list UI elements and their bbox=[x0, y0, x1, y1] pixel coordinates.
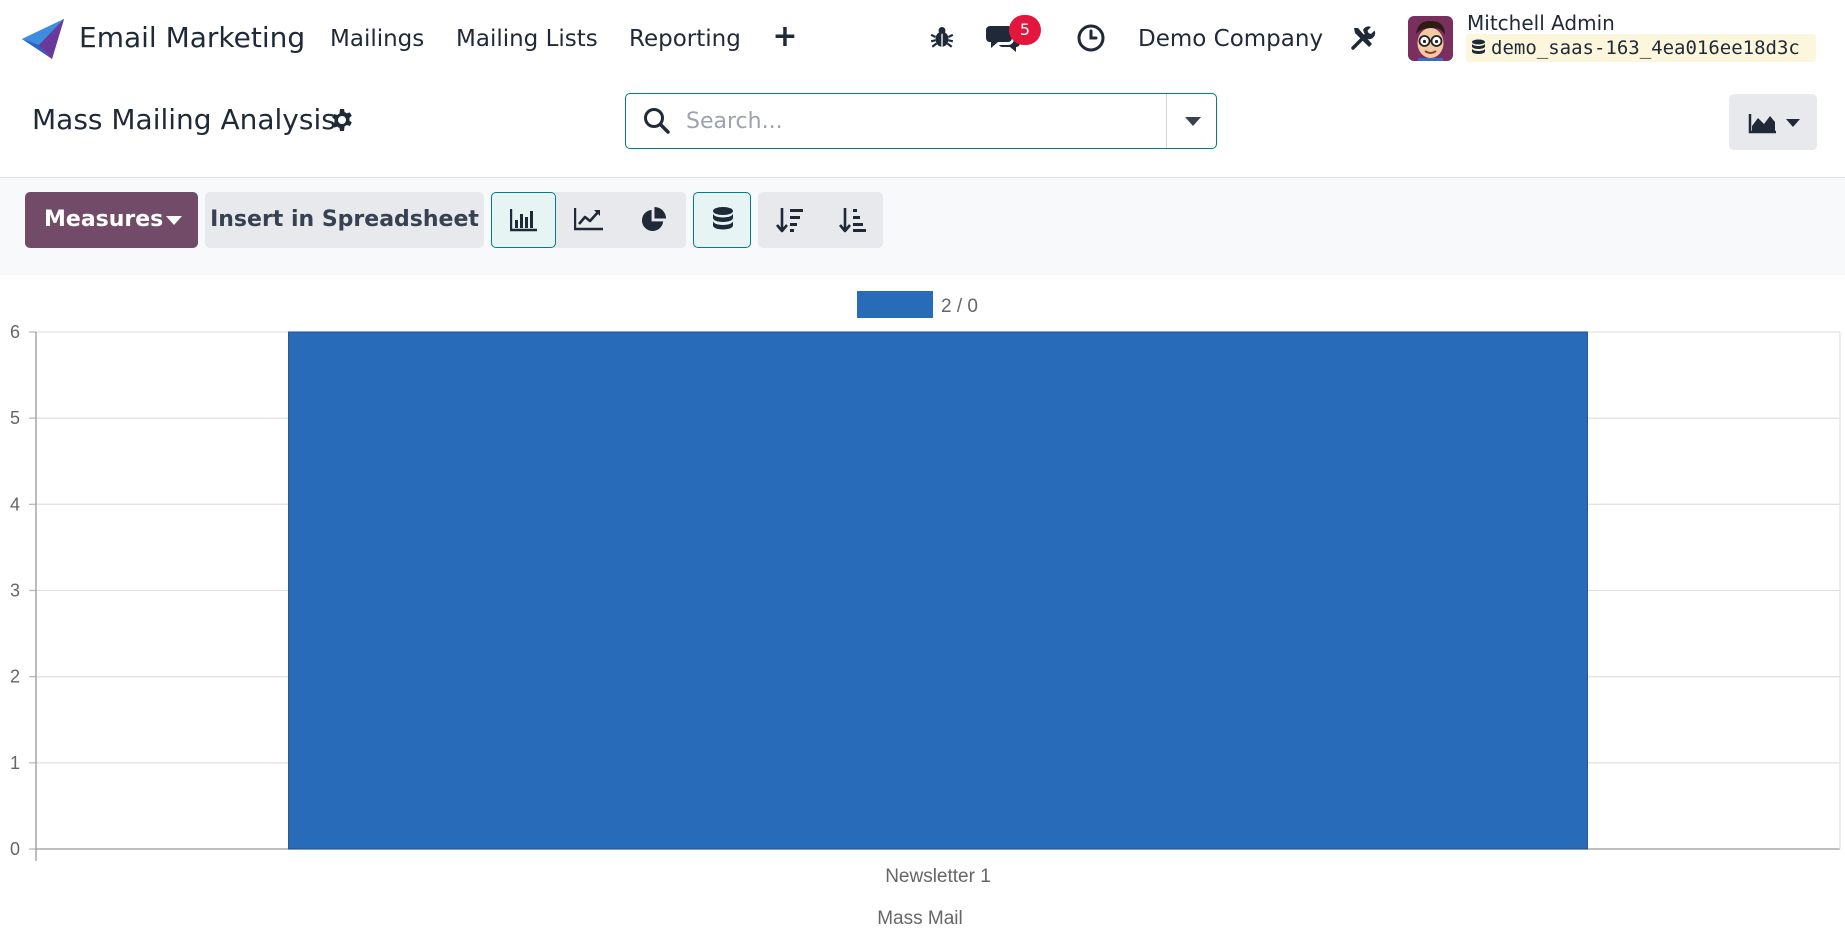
measures-button[interactable]: Measures bbox=[25, 192, 198, 248]
search-input[interactable] bbox=[686, 102, 1186, 140]
legend-label[interactable]: 2 / 0 bbox=[941, 296, 978, 317]
page-title: Mass Mailing Analysis bbox=[32, 103, 336, 136]
graph-area: 0 1 2 3 4 5 6 Newsletter 1 Mass Mail 2 / 0 bbox=[0, 275, 1845, 942]
plus-icon[interactable]: + bbox=[772, 22, 798, 52]
y-tick-label: 0 bbox=[10, 839, 20, 859]
pie-chart-icon bbox=[641, 206, 667, 232]
x-axis-title: Mass Mail bbox=[877, 908, 963, 929]
pie-chart-button[interactable] bbox=[621, 192, 686, 248]
line-chart-button[interactable] bbox=[556, 192, 621, 248]
database-chip: demo_saas-163_4ea016ee18d3c bbox=[1466, 34, 1816, 62]
line-chart-icon bbox=[574, 208, 603, 231]
x-tick-label: Newsletter 1 bbox=[885, 866, 991, 887]
area-chart-icon bbox=[1748, 114, 1776, 134]
chat-count-badge: 5 bbox=[1009, 15, 1041, 45]
user-avatar[interactable] bbox=[1408, 16, 1453, 61]
database-stack-icon bbox=[713, 207, 733, 230]
user-name[interactable]: Mitchell Admin bbox=[1467, 10, 1615, 36]
company-switcher[interactable]: Demo Company bbox=[1138, 24, 1323, 54]
sort-group bbox=[758, 192, 883, 248]
top-navbar: Email Marketing Mailings Mailing Lists R… bbox=[0, 0, 1845, 76]
chevron-down-icon bbox=[1185, 117, 1201, 126]
clock-icon[interactable] bbox=[1076, 23, 1106, 53]
chart-type-group bbox=[491, 192, 686, 248]
stacked-toggle-button[interactable] bbox=[693, 192, 751, 248]
bar-chart-icon bbox=[510, 209, 537, 232]
gear-icon[interactable] bbox=[330, 108, 354, 132]
search-options-toggle[interactable] bbox=[1166, 94, 1216, 148]
app-name[interactable]: Email Marketing bbox=[79, 20, 305, 56]
sort-descending-button[interactable] bbox=[758, 192, 820, 248]
search-bar bbox=[625, 93, 1217, 149]
chevron-down-icon bbox=[166, 216, 182, 225]
view-switcher-button[interactable] bbox=[1729, 94, 1817, 150]
y-tick-label: 1 bbox=[10, 753, 20, 773]
database-name: demo_saas-163_4ea016ee18d3c bbox=[1491, 37, 1800, 59]
avatar-image bbox=[1408, 16, 1453, 61]
sort-ascending-icon bbox=[839, 208, 866, 233]
search-icon bbox=[644, 108, 670, 134]
legend-swatch[interactable] bbox=[857, 291, 933, 318]
menu-reporting[interactable]: Reporting bbox=[629, 24, 741, 54]
bug-icon[interactable] bbox=[929, 24, 955, 50]
chevron-down-icon bbox=[1786, 119, 1800, 127]
graph-toolbar: Measures Insert in Spreadsheet bbox=[0, 178, 1845, 275]
control-panel: Mass Mailing Analysis bbox=[0, 76, 1845, 178]
app-logo-icon[interactable] bbox=[22, 19, 64, 59]
database-icon bbox=[1472, 39, 1485, 54]
y-tick-label: 2 bbox=[10, 667, 20, 687]
insert-in-spreadsheet-button[interactable]: Insert in Spreadsheet bbox=[205, 192, 484, 248]
sort-descending-icon bbox=[776, 208, 803, 233]
menu-mailings[interactable]: Mailings bbox=[330, 24, 424, 54]
menu-mailing-lists[interactable]: Mailing Lists bbox=[456, 24, 598, 54]
y-tick-label: 3 bbox=[10, 581, 20, 601]
y-tick-label: 5 bbox=[10, 408, 20, 428]
sort-ascending-button[interactable] bbox=[821, 192, 883, 248]
tools-icon[interactable] bbox=[1349, 24, 1377, 52]
y-tick-label: 4 bbox=[10, 494, 20, 514]
measures-label: Measures bbox=[44, 207, 164, 232]
y-tick-label: 6 bbox=[10, 322, 20, 342]
bar-chart-button[interactable] bbox=[491, 192, 556, 248]
bar-chart: 0 1 2 3 4 5 6 Newsletter 1 Mass Mail 2 / 0 bbox=[10, 291, 1841, 929]
bar[interactable] bbox=[288, 331, 1588, 850]
